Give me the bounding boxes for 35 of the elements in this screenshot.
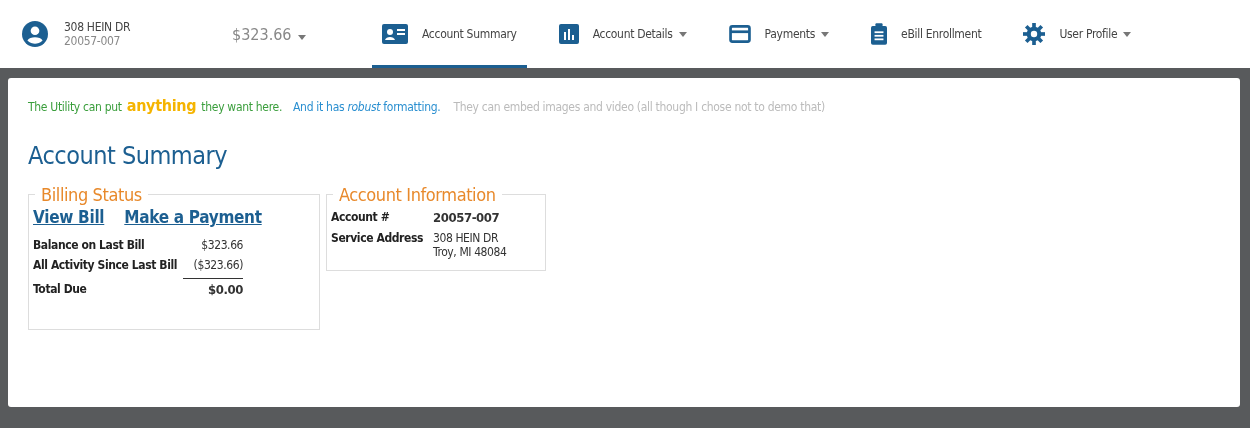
id-card-icon [382, 24, 408, 44]
account-number: 20057-007 [64, 34, 122, 48]
row-label: Service Address [331, 230, 424, 247]
panel-title: Billing Status [40, 184, 143, 205]
row-label: All Activity Since Last Bill [33, 255, 184, 279]
banner-text: The Utility can put [28, 100, 122, 114]
nav-tab[interactable]: Account Summary [372, 0, 527, 68]
credit-card-icon [728, 25, 751, 43]
bar-chart-icon [558, 24, 579, 44]
nav-tab[interactable]: User Profile [1013, 0, 1142, 68]
balance-dropdown[interactable]: $323.66 [232, 0, 372, 68]
nav-tab[interactable]: Payments [718, 0, 840, 68]
amount: $0.00 [183, 278, 244, 300]
link[interactable]: View Bill [33, 207, 105, 227]
row-label: Account # [331, 209, 391, 226]
account-address: 308 HEIN DR [64, 20, 131, 34]
amount: ($323.66) [183, 255, 244, 279]
link[interactable]: Make a Payment [124, 207, 262, 227]
nav-tab[interactable]: Account Details [548, 0, 697, 68]
row-label: Total Due [33, 278, 184, 300]
clipboard-icon [871, 23, 888, 45]
settings-icon [1023, 23, 1046, 45]
row-label: Balance on Last Bill [33, 237, 146, 254]
field-value: 308 HEIN DR [432, 231, 500, 245]
banner-text: They can embed images and video (all though I chose not to demo that) [453, 100, 825, 114]
banner-text: they want here. [201, 100, 283, 114]
field-value: Troy, MI 48084 [432, 245, 507, 259]
panel-title: Account Information [338, 184, 497, 205]
field-value: 20057-007 [432, 210, 501, 225]
user-icon [22, 21, 48, 47]
amount: $323.66 [200, 237, 244, 254]
banner-text: And it has robust formatting. [293, 100, 441, 114]
nav-tab[interactable]: eBill Enrollment [861, 0, 992, 68]
page-title: Account Summary [28, 141, 229, 170]
banner-text: anything [126, 96, 197, 115]
